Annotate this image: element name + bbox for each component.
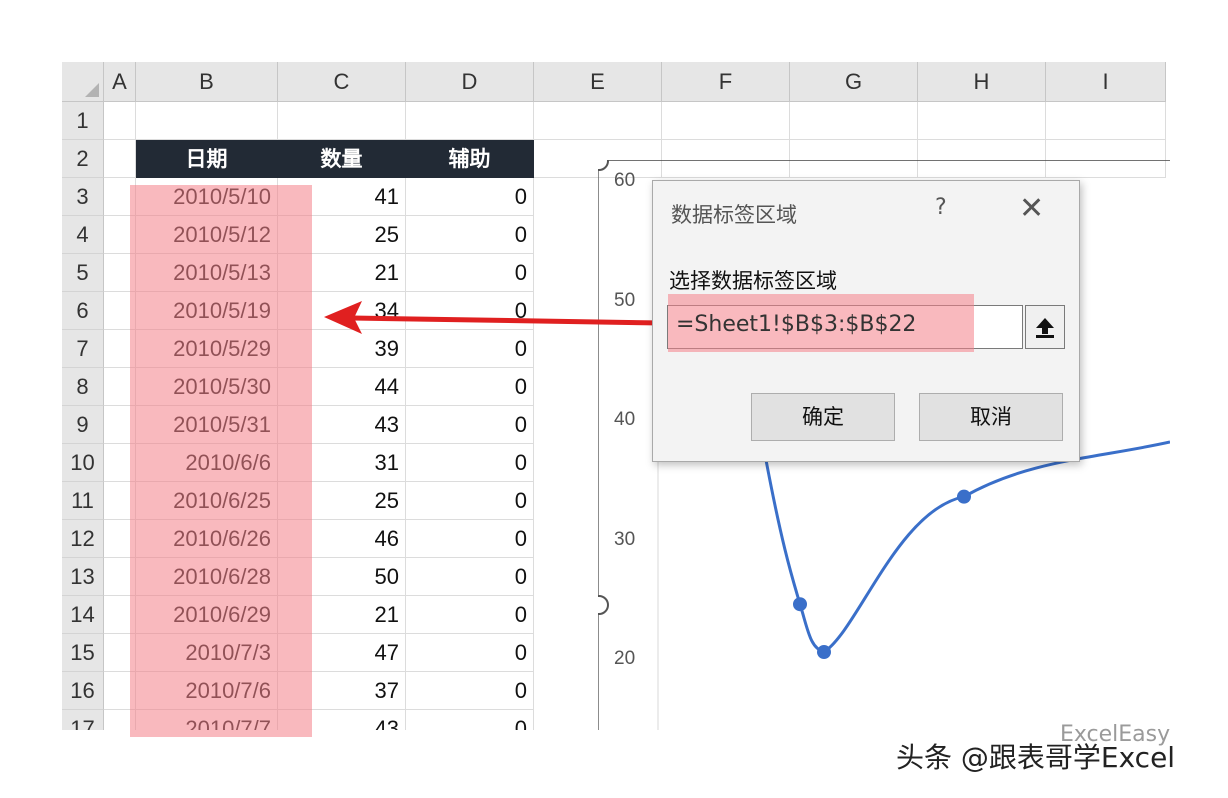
date-range-highlight <box>130 185 312 737</box>
row-header-16[interactable]: 16 <box>62 672 104 710</box>
series-point[interactable] <box>817 645 831 660</box>
row-header-8[interactable]: 8 <box>62 368 104 406</box>
column-header-e[interactable]: E <box>534 62 662 102</box>
cell[interactable] <box>104 102 136 140</box>
close-icon[interactable]: ✕ <box>1019 191 1044 226</box>
cell-aux[interactable]: 0 <box>406 558 534 596</box>
cell-aux[interactable]: 0 <box>406 178 534 216</box>
column-header-b[interactable]: B <box>136 62 278 102</box>
column-header-g[interactable]: G <box>790 62 918 102</box>
dialog-title: 数据标签区域 <box>671 203 797 227</box>
collapse-dialog-button[interactable] <box>1025 305 1065 349</box>
column-header-c[interactable]: C <box>278 62 406 102</box>
cell-aux[interactable]: 0 <box>406 216 534 254</box>
series-line <box>764 440 1170 654</box>
row-header-5[interactable]: 5 <box>62 254 104 292</box>
y-tick-label: 40 <box>614 409 636 430</box>
row-header-14[interactable]: 14 <box>62 596 104 634</box>
cell[interactable] <box>790 102 918 140</box>
chart-resize-handle-left[interactable] <box>598 595 609 615</box>
red-arrow <box>324 301 665 334</box>
row-header-9[interactable]: 9 <box>62 406 104 444</box>
range-input[interactable]: =Sheet1!$B$3:$B$22 <box>667 294 1023 352</box>
row-header-3[interactable]: 3 <box>62 178 104 216</box>
column-header-a[interactable]: A <box>104 62 136 102</box>
cell[interactable] <box>278 102 406 140</box>
table-header-count[interactable]: 数量 <box>278 140 406 178</box>
cell[interactable] <box>104 140 136 178</box>
series-point[interactable] <box>957 489 971 504</box>
column-header-d[interactable]: D <box>406 62 534 102</box>
y-tick-label: 60 <box>614 170 636 191</box>
ok-button[interactable]: 确定 <box>751 393 895 441</box>
row-header-1[interactable]: 1 <box>62 102 104 140</box>
cell-aux[interactable]: 0 <box>406 406 534 444</box>
chart-resize-handle-top[interactable] <box>598 160 609 171</box>
y-tick-label: 30 <box>614 528 636 550</box>
row-header-2[interactable]: 2 <box>62 140 104 178</box>
cell-aux[interactable]: 0 <box>406 520 534 558</box>
cell-aux[interactable]: 0 <box>406 634 534 672</box>
row-header-15[interactable]: 15 <box>62 634 104 672</box>
row-header-12[interactable]: 12 <box>62 520 104 558</box>
table-header-aux[interactable]: 辅助 <box>406 140 534 178</box>
cell[interactable] <box>1046 102 1166 140</box>
upload-arrow-icon <box>1036 318 1054 338</box>
row-header-7[interactable]: 7 <box>62 330 104 368</box>
data-label-range-dialog: 数据标签区域 ? ✕ 选择数据标签区域 =Sheet1!$B$3:$B$22 确… <box>652 180 1080 462</box>
row-header-10[interactable]: 10 <box>62 444 104 482</box>
cell-aux[interactable]: 0 <box>406 368 534 406</box>
help-icon[interactable]: ? <box>935 195 947 220</box>
select-all-corner[interactable] <box>62 62 104 102</box>
cancel-button[interactable]: 取消 <box>919 393 1063 441</box>
cell-aux[interactable]: 0 <box>406 444 534 482</box>
cell[interactable] <box>918 102 1046 140</box>
row-header-11[interactable]: 11 <box>62 482 104 520</box>
cell[interactable] <box>136 102 278 140</box>
cell[interactable] <box>662 102 790 140</box>
cell[interactable] <box>406 102 534 140</box>
row-header-13[interactable]: 13 <box>62 558 104 596</box>
row-header-4[interactable]: 4 <box>62 216 104 254</box>
table-header-date[interactable]: 日期 <box>136 140 278 178</box>
column-header-f[interactable]: F <box>662 62 790 102</box>
cell-aux[interactable]: 0 <box>406 596 534 634</box>
cell-aux[interactable]: 0 <box>406 482 534 520</box>
cell-aux[interactable]: 0 <box>406 710 534 730</box>
cell-aux[interactable]: 0 <box>406 672 534 710</box>
range-input-value: =Sheet1!$B$3:$B$22 <box>676 312 917 337</box>
column-header-i[interactable]: I <box>1046 62 1166 102</box>
author-watermark: 头条 @跟表哥学Excel <box>896 741 1176 774</box>
y-tick-label: 20 <box>614 648 636 669</box>
cell-aux[interactable]: 0 <box>406 254 534 292</box>
range-prompt-label: 选择数据标签区域 <box>669 269 837 293</box>
series-point[interactable] <box>793 597 807 612</box>
cell[interactable] <box>534 102 662 140</box>
row-header-17[interactable]: 17 <box>62 710 104 730</box>
column-header-h[interactable]: H <box>918 62 1046 102</box>
row-header-6[interactable]: 6 <box>62 292 104 330</box>
